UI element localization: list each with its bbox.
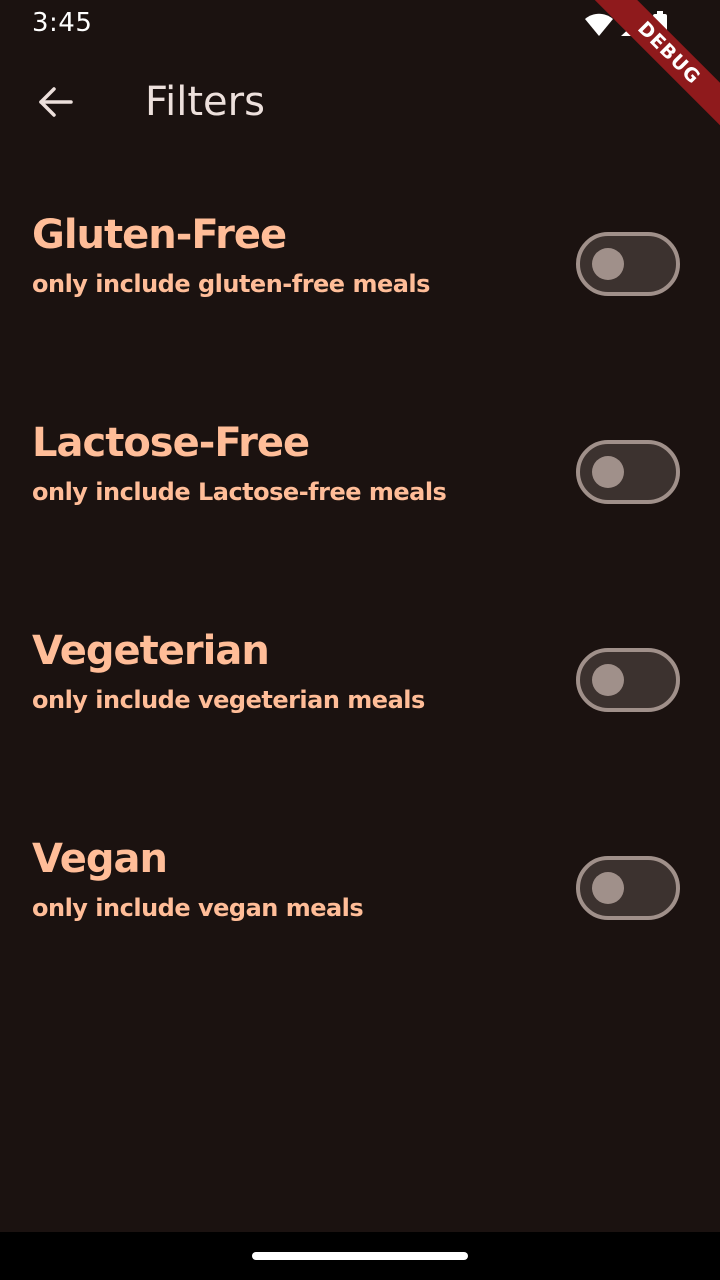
switch-thumb <box>592 872 624 904</box>
system-nav-bar <box>0 1232 720 1280</box>
switch-thumb <box>592 248 624 280</box>
filter-title: Gluten-Free <box>32 212 287 258</box>
filter-subtitle: only include gluten-free meals <box>32 270 430 298</box>
arrow-back-icon <box>38 84 74 125</box>
lactose-free-switch[interactable] <box>576 440 680 504</box>
filter-title: Vegan <box>32 836 168 882</box>
filter-title: Lactose-Free <box>32 420 310 466</box>
filter-row-lactose-free[interactable]: Lactose-Free only include Lactose-free m… <box>0 368 720 576</box>
gluten-free-switch[interactable] <box>576 232 680 296</box>
switch-thumb <box>592 456 624 488</box>
vegeterian-switch[interactable] <box>576 648 680 712</box>
filter-subtitle: only include vegan meals <box>32 894 364 922</box>
filters-screen: 3:45 DEBUG Filters Gluten-Free only incl… <box>0 0 720 1280</box>
back-button[interactable] <box>20 68 92 140</box>
filter-row-vegeterian[interactable]: Vegeterian only include vegeterian meals <box>0 576 720 784</box>
wifi-icon <box>584 13 614 37</box>
switch-thumb <box>592 664 624 696</box>
home-indicator[interactable] <box>252 1252 468 1260</box>
filter-row-vegan[interactable]: Vegan only include vegan meals <box>0 784 720 992</box>
filter-row-gluten-free[interactable]: Gluten-Free only include gluten-free mea… <box>0 160 720 368</box>
filter-title: Vegeterian <box>32 628 270 674</box>
status-time: 3:45 <box>32 8 93 38</box>
filter-subtitle: only include vegeterian meals <box>32 686 425 714</box>
page-title: Filters <box>145 79 265 125</box>
filter-subtitle: only include Lactose-free meals <box>32 478 447 506</box>
app-bar: Filters <box>0 48 720 160</box>
filter-list: Gluten-Free only include gluten-free mea… <box>0 160 720 992</box>
vegan-switch[interactable] <box>576 856 680 920</box>
